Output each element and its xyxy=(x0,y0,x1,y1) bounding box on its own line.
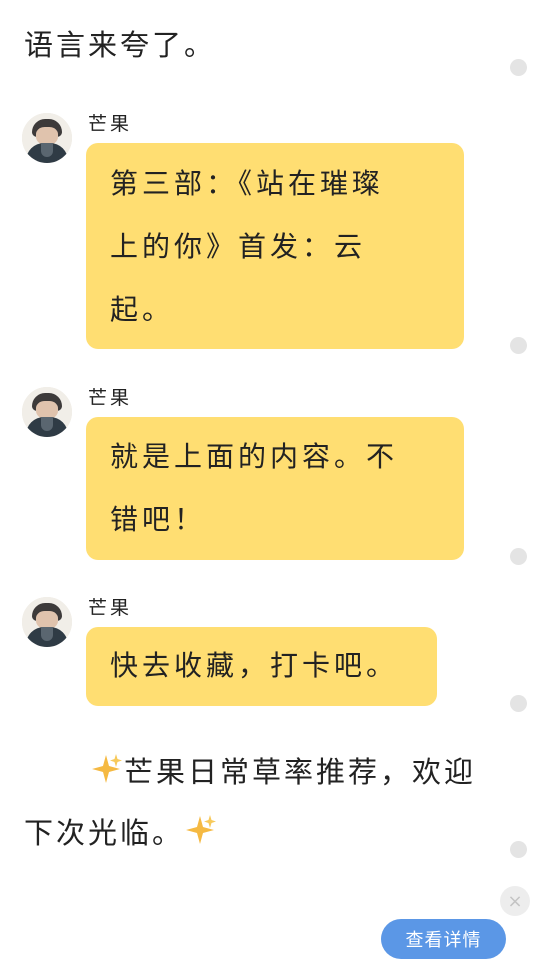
scroll-dot xyxy=(510,548,527,565)
sender-name: 芒果 xyxy=(88,597,133,619)
message-bubble: 就是上面的内容。不 错吧！ xyxy=(86,417,464,560)
intro-text: 语言来夸了。 xyxy=(24,28,217,62)
sender-avatar[interactable] xyxy=(22,387,72,437)
view-details-button[interactable]: 查看详情 xyxy=(381,919,506,959)
sender-avatar[interactable] xyxy=(22,113,72,163)
scroll-dot xyxy=(510,337,527,354)
sender-avatar[interactable] xyxy=(22,597,72,647)
sender-name: 芒果 xyxy=(88,387,133,409)
message-bubble: 第三部：《站在璀璨 上的你》首发：云 起。 xyxy=(86,143,464,349)
scroll-dot xyxy=(510,59,527,76)
message-line: 上的你》首发：云 xyxy=(110,230,367,263)
sparkle-icon xyxy=(184,807,218,844)
message-line: 快去收藏，打卡吧。 xyxy=(110,649,399,682)
outro-text: 芒果日常草率推荐，欢迎下次光临。 xyxy=(24,742,484,864)
sparkle-icon xyxy=(90,746,124,783)
message-line: 错吧！ xyxy=(110,503,207,536)
scroll-dot xyxy=(510,695,527,712)
message-bubble: 快去收藏，打卡吧。 xyxy=(86,627,437,706)
message-line: 就是上面的内容。不 xyxy=(110,440,399,473)
sender-name: 芒果 xyxy=(88,113,133,135)
message-line: 起。 xyxy=(110,293,175,326)
close-icon[interactable]: × xyxy=(500,886,530,916)
message-line: 第三部：《站在璀璨 xyxy=(110,167,385,200)
scroll-dot xyxy=(510,841,527,858)
